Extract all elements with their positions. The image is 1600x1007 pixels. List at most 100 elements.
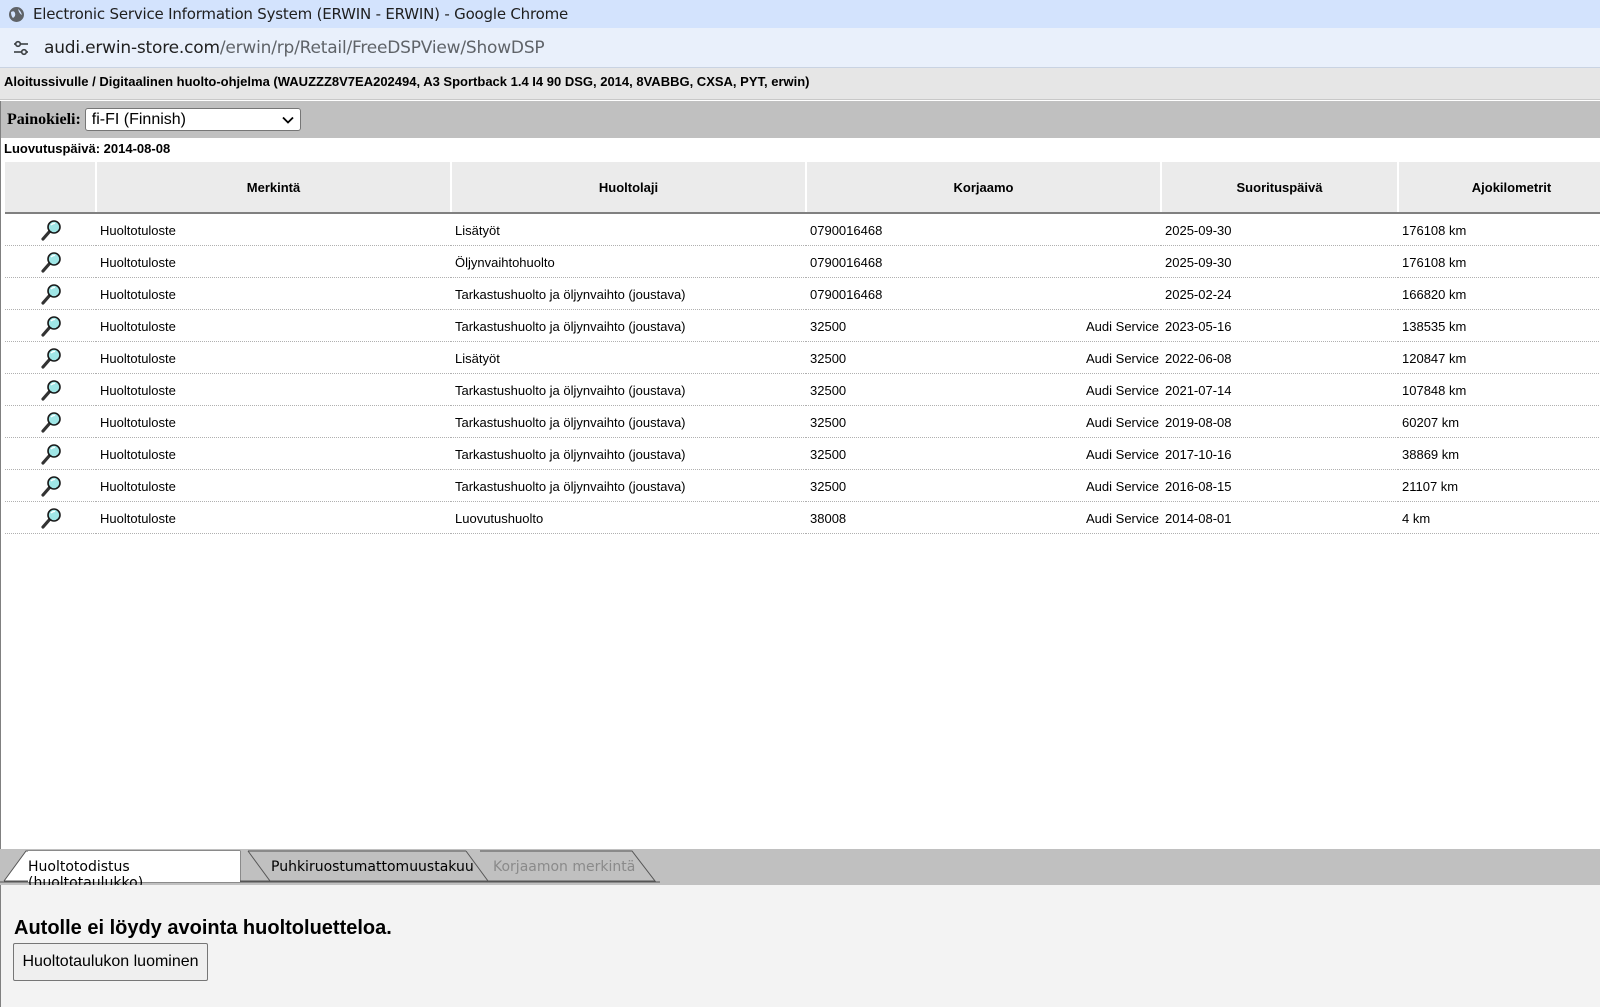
view-cell[interactable] [5,213,96,246]
view-cell[interactable] [5,373,96,406]
cell-ajokilometrit: 138535 km [1398,309,1600,342]
url-text[interactable]: audi.erwin-store.com/erwin/rp/Retail/Fre… [44,37,545,58]
cell-korjaamo: 32500 Audi Service [806,405,1161,438]
magnifier-view-icon[interactable] [40,507,62,529]
workshop-name: Audi Service [1086,478,1159,494]
cell-suorituspaiva: 2025-02-24 [1161,277,1398,310]
language-label: Painokieli: [7,110,81,128]
view-cell[interactable] [5,341,96,374]
column-header-ajokilometrit: Ajokilometrit [1398,162,1600,214]
cell-ajokilometrit: 4 km [1398,501,1600,534]
cell-korjaamo: 32500 Audi Service [806,309,1161,342]
cell-korjaamo: 0790016468 [806,245,1161,278]
cell-ajokilometrit: 21107 km [1398,469,1600,502]
cell-huoltolaji: Öljynvaihtohuolto [451,245,806,278]
cell-merkinta: Huoltotuloste [96,213,451,246]
workshop-id: 32500 [810,414,847,430]
service-history-table: Merkintä Huoltolaji Korjaamo Suorituspäi… [5,162,1600,534]
workshop-name: Audi Service [1086,382,1159,398]
cell-ajokilometrit: 166820 km [1398,277,1600,310]
language-select[interactable]: fi-FI (Finnish) [84,108,301,131]
workshop-id: 38008 [810,510,847,526]
table-row: Huoltotuloste Tarkastushuolto ja öljynvai… [5,309,1600,342]
no-open-service-list-message: Autolle ei löydy avointa huoltoluetteloa… [14,917,392,939]
view-cell[interactable] [5,309,96,342]
cell-huoltolaji: Tarkastushuolto ja öljynvaihto (joustava… [451,373,806,406]
view-cell[interactable] [5,245,96,278]
workshop-name: Audi Service [1086,318,1159,334]
workshop-name: Audi Service [1086,350,1159,366]
create-service-table-button[interactable]: Huoltotaulukon luominen [13,943,208,981]
cell-suorituspaiva: 2022-06-08 [1161,341,1398,374]
cell-huoltolaji: Luovutushuolto [451,501,806,534]
magnifier-view-icon[interactable] [40,347,62,369]
table-header-row: Merkintä Huoltolaji Korjaamo Suorituspäi… [5,162,1600,214]
column-header-suorituspaiva: Suorituspäivä [1161,162,1399,214]
magnifier-view-icon[interactable] [40,475,62,497]
table-row: Huoltotuloste Luovutushuolto 38008 Audi Ser… [5,501,1600,534]
cell-huoltolaji: Tarkastushuolto ja öljynvaihto (joustava… [451,469,806,502]
magnifier-view-icon[interactable] [40,411,62,433]
service-history-table-wrapper: Merkintä Huoltolaji Korjaamo Suorituspäi… [5,162,1600,534]
cell-suorituspaiva: 2025-09-30 [1161,213,1398,246]
column-header-korjaamo: Korjaamo [806,162,1162,214]
url-host: audi.erwin-store.com [44,37,220,58]
table-row: Huoltotuloste Tarkastushuolto ja öljynvai… [5,437,1600,470]
view-cell[interactable] [5,469,96,502]
cell-merkinta: Huoltotuloste [96,437,451,470]
magnifier-view-icon[interactable] [40,251,62,273]
cell-merkinta: Huoltotuloste [96,277,451,310]
workshop-id: 0790016468 [810,286,883,302]
cell-ajokilometrit: 120847 km [1398,341,1600,374]
view-cell[interactable] [5,437,96,470]
site-globe-icon [9,6,24,22]
cell-ajokilometrit: 107848 km [1398,373,1600,406]
workshop-name: Audi Service [1086,510,1159,526]
cell-ajokilometrit: 176108 km [1398,245,1600,278]
view-cell[interactable] [5,405,96,438]
service-list-panel: Autolle ei löydy avointa huoltoluetteloa… [1,885,1600,1007]
magnifier-view-icon[interactable] [40,219,62,241]
address-bar[interactable]: audi.erwin-store.com/erwin/rp/Retail/Fre… [0,28,1600,68]
language-selected-value: fi-FI (Finnish) [91,110,187,128]
view-cell[interactable] [5,277,96,310]
breadcrumb[interactable]: Aloitussivulle / Digitaalinen huolto-ohj… [0,68,1600,100]
cell-korjaamo: 38008 Audi Service [806,501,1161,534]
cell-korjaamo: 32500 Audi Service [806,341,1161,374]
cell-huoltolaji: Tarkastushuolto ja öljynvaihto (joustava… [451,437,806,470]
magnifier-view-icon[interactable] [40,379,62,401]
tab-korjaamon-merkinta: Korjaamon merkintä [493,859,636,875]
tab-puhkiruostumattomuustakuu[interactable]: Puhkiruostumattomuustakuu [271,851,474,882]
site-settings-icon[interactable] [11,38,31,58]
cell-huoltolaji: Lisätyöt [451,213,806,246]
magnifier-view-icon[interactable] [40,443,62,465]
column-header-merkinta: Merkintä [96,162,452,214]
cell-suorituspaiva: 2016-08-15 [1161,469,1398,502]
cell-korjaamo: 0790016468 [806,213,1161,246]
workshop-id: 32500 [810,446,847,462]
workshop-id: 32500 [810,382,847,398]
cell-huoltolaji: Tarkastushuolto ja öljynvaihto (joustava… [451,405,806,438]
workshop-name: Audi Service [1086,414,1159,430]
magnifier-view-icon[interactable] [40,315,62,337]
chevron-down-icon [282,116,294,124]
cell-suorituspaiva: 2025-09-30 [1161,245,1398,278]
tab-huoltotodistus[interactable]: Huoltotodistus (huoltotaulukko) [28,851,240,891]
cell-huoltolaji: Tarkastushuolto ja öljynvaihto (joustava… [451,309,806,342]
workshop-id: 32500 [810,478,847,494]
cell-suorituspaiva: 2017-10-16 [1161,437,1398,470]
column-header-icon [5,162,97,214]
cell-ajokilometrit: 38869 km [1398,437,1600,470]
cell-korjaamo: 32500 Audi Service [806,469,1161,502]
view-cell[interactable] [5,501,96,534]
table-row: Huoltotuloste Tarkastushuolto ja öljynvai… [5,405,1600,438]
workshop-id: 0790016468 [810,254,883,270]
cell-ajokilometrit: 176108 km [1398,213,1600,246]
workshop-name: Audi Service [1086,446,1159,462]
table-row: Huoltotuloste Tarkastushuolto ja öljynvai… [5,373,1600,406]
browser-titlebar: Electronic Service Information System (E… [0,0,1600,28]
language-bar: Painokieli: fi-FI (Finnish) [0,101,1600,138]
magnifier-view-icon[interactable] [40,283,62,305]
cell-suorituspaiva: 2021-07-14 [1161,373,1398,406]
table-row: Huoltotuloste Tarkastushuolto ja öljynvai… [5,277,1600,310]
